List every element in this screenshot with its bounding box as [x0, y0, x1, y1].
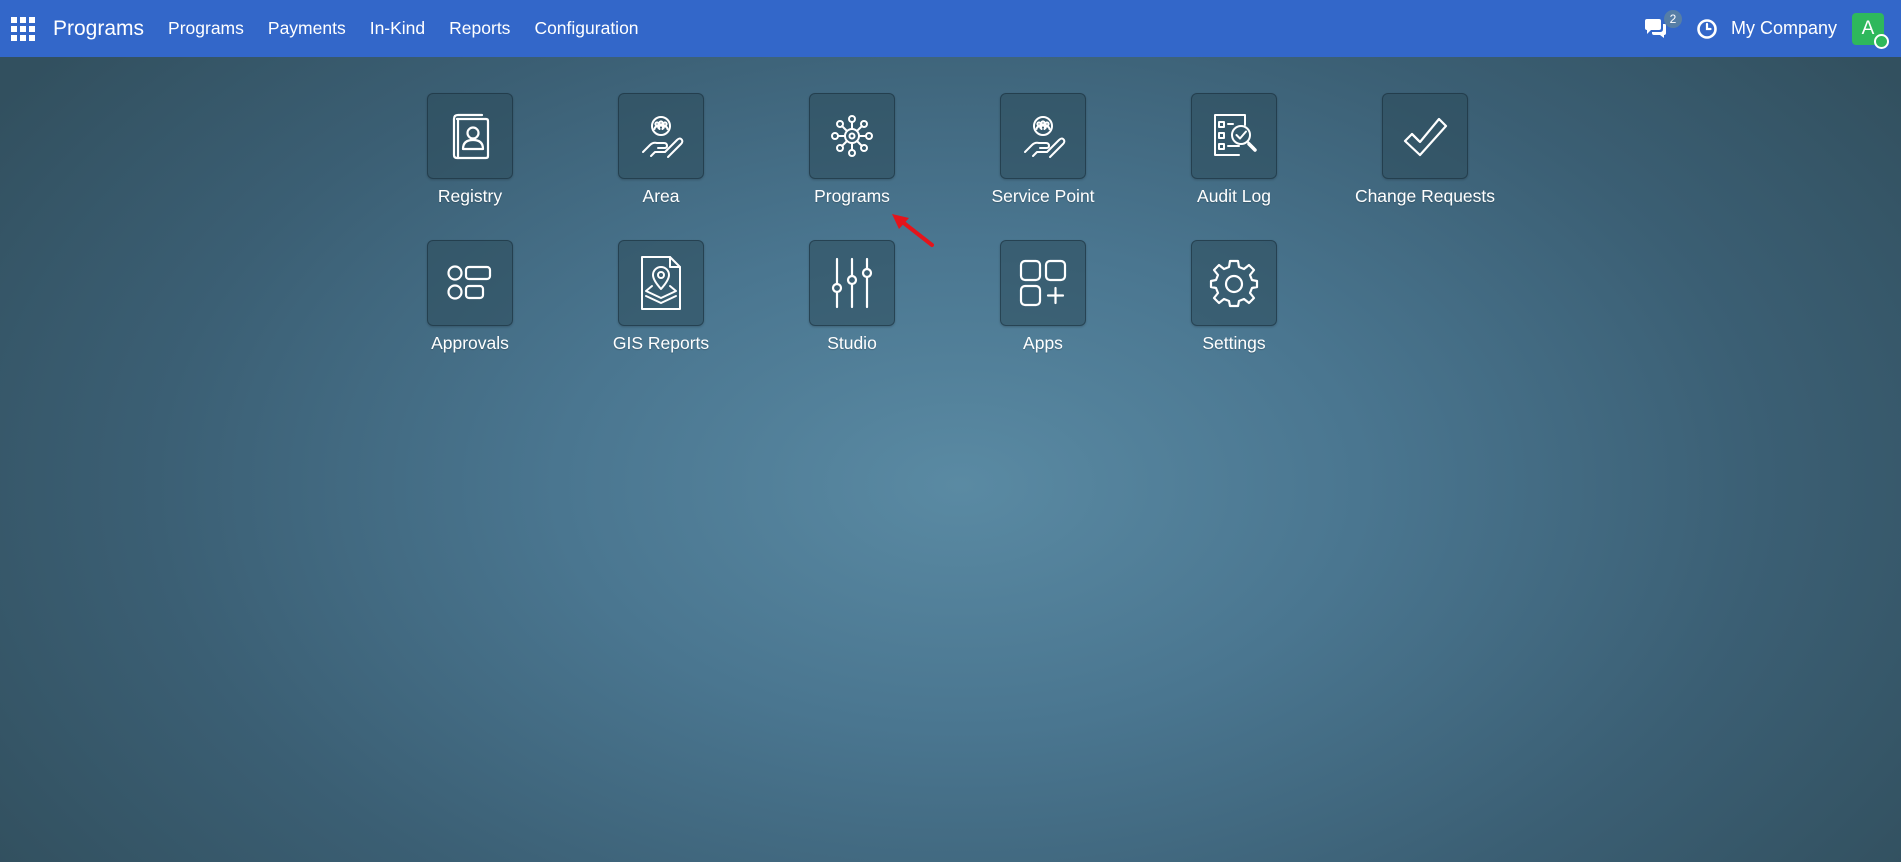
presence-indicator	[1874, 33, 1889, 49]
app-label-settings: Settings	[1202, 333, 1266, 353]
app-label-apps: Apps	[1023, 333, 1063, 353]
app-tile-settings[interactable]: Settings	[1159, 240, 1309, 354]
menu-in-kind[interactable]: In-Kind	[370, 18, 425, 39]
app-label-registry: Registry	[437, 186, 503, 206]
studio-icon	[831, 257, 873, 309]
area-icon	[642, 116, 684, 158]
programs-icon-box	[809, 93, 895, 179]
app-label-audit-log: Audit Log	[1197, 186, 1271, 206]
area-icon-box	[618, 93, 704, 179]
menu-payments[interactable]: Payments	[268, 18, 346, 39]
app-tile-service-point[interactable]: Service Point	[968, 93, 1118, 207]
app-tile-registry[interactable]: Registry	[395, 93, 545, 207]
company-switcher[interactable]: My Company	[1731, 18, 1837, 39]
app-label-area: Area	[642, 186, 680, 206]
app-tile-gis-reports[interactable]: GIS Reports	[586, 240, 736, 354]
app-label-studio: Studio	[827, 333, 877, 353]
gis-reports-icon	[641, 256, 681, 310]
approvals-icon-box	[427, 240, 513, 326]
registry-icon	[452, 113, 490, 160]
gis-reports-icon-box	[618, 240, 704, 326]
avatar-letter: A	[1861, 17, 1875, 39]
service-point-icon-box	[1000, 93, 1086, 179]
app-tile-audit-log[interactable]: Audit Log	[1159, 93, 1309, 207]
studio-icon-box	[809, 240, 895, 326]
settings-icon-box	[1191, 240, 1277, 326]
app-label-approvals: Approvals	[431, 333, 509, 353]
app-tile-change-requests[interactable]: Change Requests	[1350, 93, 1500, 207]
settings-icon	[1209, 259, 1259, 308]
app-label-change-requests: Change Requests	[1354, 186, 1496, 206]
apps-icon	[1019, 259, 1067, 307]
menu-reports[interactable]: Reports	[449, 18, 510, 39]
app-tile-studio[interactable]: Studio	[777, 240, 927, 354]
menu-configuration[interactable]: Configuration	[534, 18, 638, 39]
messages-count-badge: 2	[1663, 9, 1682, 28]
top-navbar: Programs Programs Payments In-Kind Repor…	[0, 0, 1901, 57]
navbar-systray: 2 My Company A	[1642, 0, 1901, 57]
audit-log-icon-box	[1191, 93, 1277, 179]
approvals-icon	[447, 265, 492, 300]
change-requests-icon-box	[1382, 93, 1468, 179]
app-label-service-point: Service Point	[991, 186, 1095, 206]
clock-icon[interactable]	[1696, 18, 1718, 40]
app-label-programs: Programs	[814, 186, 890, 206]
messages-button[interactable]: 2	[1642, 9, 1682, 41]
programs-icon	[831, 115, 873, 157]
app-brand[interactable]: Programs	[53, 17, 144, 41]
app-tile-approvals[interactable]: Approvals	[395, 240, 545, 354]
change-requests-icon	[1403, 117, 1448, 157]
apps-icon-box	[1000, 240, 1086, 326]
annotation-arrow-icon	[892, 214, 934, 247]
app-tile-programs[interactable]: Programs	[777, 93, 927, 207]
audit-log-icon	[1214, 114, 1257, 156]
user-avatar[interactable]: A	[1852, 12, 1889, 49]
app-tile-area[interactable]: Area	[586, 93, 736, 207]
service-point-icon	[1024, 116, 1066, 158]
registry-icon-box	[427, 93, 513, 179]
app-label-gis-reports: GIS Reports	[612, 333, 710, 353]
menu-programs[interactable]: Programs	[168, 18, 244, 39]
app-tile-apps[interactable]: Apps	[968, 240, 1118, 354]
app-grid-icon[interactable]	[11, 16, 35, 41]
